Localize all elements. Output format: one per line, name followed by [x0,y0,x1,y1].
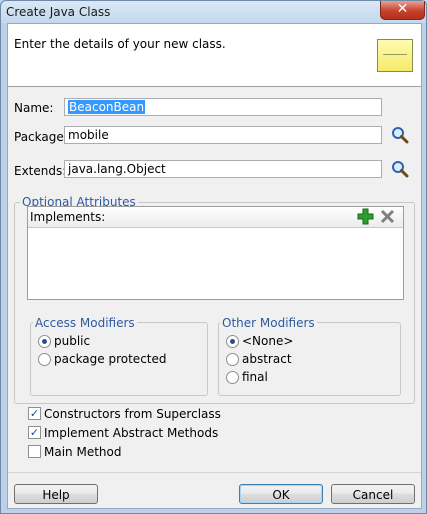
ok-button[interactable]: OK [239,484,323,504]
package-field[interactable]: mobile [64,126,382,144]
checkbox-main-method-label[interactable]: Main Method [44,445,121,459]
other-modifiers-legend: Other Modifiers [220,316,317,330]
radio-final[interactable] [226,371,239,384]
package-label: Package: [14,130,68,144]
implements-label: Implements: [30,210,106,224]
help-button[interactable]: Help [14,484,98,504]
radio-none-label[interactable]: <None> [242,334,293,348]
add-icon[interactable] [357,208,374,225]
checkbox-abstract-methods-label[interactable]: Implement Abstract Methods [44,426,218,440]
title-bar[interactable]: Create Java Class ✕ [1,1,426,23]
radio-package-protected-label[interactable]: package protected [54,352,167,366]
remove-icon[interactable] [379,208,396,225]
checkbox-main-method[interactable] [28,445,41,458]
close-button[interactable]: ✕ [380,1,425,20]
implements-header: Implements: [28,207,403,228]
checkbox-abstract-methods[interactable]: ✓ [28,426,41,439]
class-note-icon [377,39,413,72]
checkbox-constructors[interactable]: ✓ [28,407,41,420]
access-modifiers-legend: Access Modifiers [33,316,137,330]
package-value: mobile [68,128,109,142]
dialog-header: Enter the details of your new class. [8,24,421,87]
radio-abstract-label[interactable]: abstract [242,352,292,366]
name-field[interactable]: BeaconBean [64,98,382,116]
button-separator [8,472,421,473]
extends-search-icon[interactable] [391,160,409,178]
radio-public-label[interactable]: public [54,334,90,348]
radio-final-label[interactable]: final [242,370,268,384]
dialog-window: Create Java Class ✕ Enter the details of… [0,0,427,514]
name-label: Name: [14,101,54,115]
window-title: Create Java Class [6,5,111,19]
radio-abstract[interactable] [226,353,239,366]
radio-none[interactable] [226,335,239,348]
extends-label: Extends: [14,164,67,178]
package-search-icon[interactable] [391,126,409,144]
implements-list[interactable]: Implements: [27,206,404,300]
dialog-body: Enter the details of your new class. Nam… [7,23,422,509]
radio-public[interactable] [38,335,51,348]
extends-value: java.lang.Object [68,162,166,176]
name-value: BeaconBean [68,100,146,114]
extends-field[interactable]: java.lang.Object [64,160,382,178]
checkbox-constructors-label[interactable]: Constructors from Superclass [44,407,221,421]
radio-package-protected[interactable] [38,353,51,366]
header-instruction: Enter the details of your new class. [14,37,226,51]
cancel-button[interactable]: Cancel [331,484,415,504]
close-icon: ✕ [396,1,409,17]
